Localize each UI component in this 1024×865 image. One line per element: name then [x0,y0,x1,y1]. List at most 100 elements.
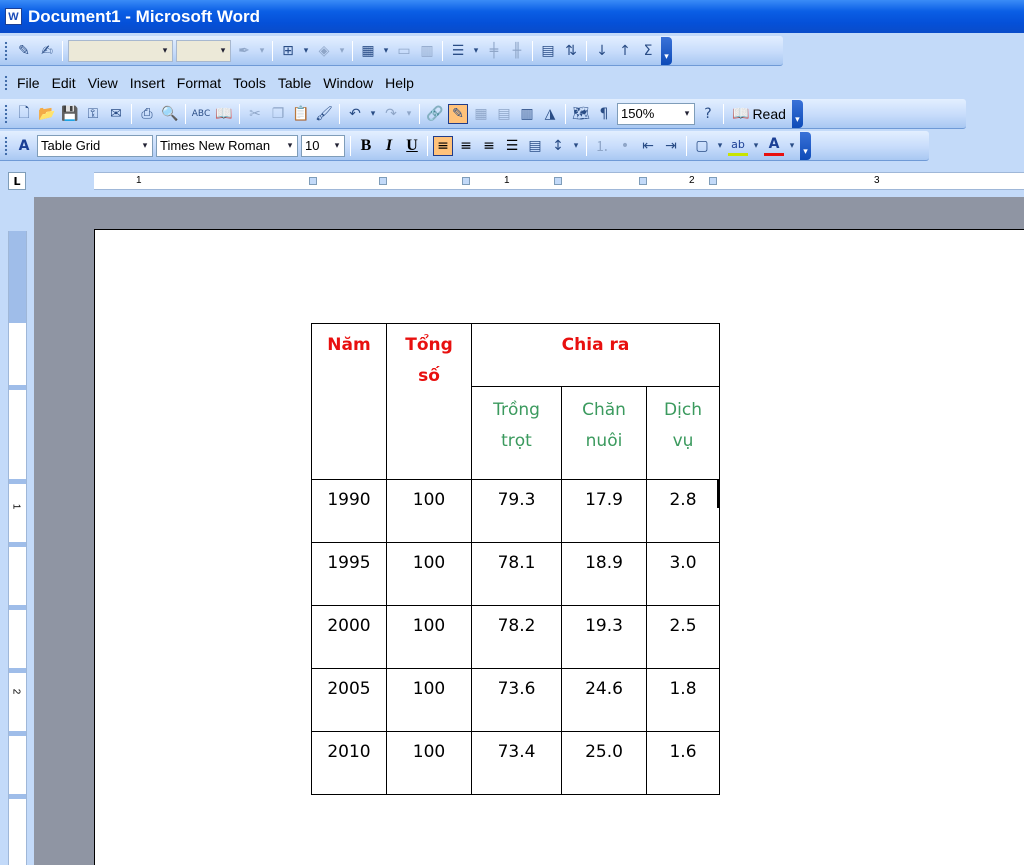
header-total[interactable]: Tổng số [386,323,472,480]
undo-icon[interactable]: ↶ [345,104,365,124]
font-size-dropdown[interactable]: 10 ▾ [301,134,345,157]
table-cell[interactable]: 18.9 [561,542,647,606]
subheader-livestock[interactable]: Chăn nuôi [561,386,647,480]
column-marker[interactable] [462,177,470,185]
table-autoformat-icon[interactable]: ▤ [538,41,558,61]
column-marker[interactable] [709,177,717,185]
distribute-rows-icon[interactable]: ╪ [484,41,504,61]
header-breakdown[interactable]: Chia ra [471,323,720,387]
table-cell[interactable]: 78.2 [471,605,562,669]
help-icon[interactable]: ? [698,104,718,124]
chevron-down-icon[interactable]: ▾ [571,136,581,156]
split-cells-icon[interactable]: ▥ [417,41,437,61]
align-left-icon[interactable]: ≡ [433,135,453,156]
show-hide-pilcrow-icon[interactable]: ¶ [594,104,614,124]
table-cell[interactable]: 19.3 [561,605,647,669]
columns-icon[interactable]: ▥ [517,104,537,124]
table-cell[interactable]: 79.3 [471,479,562,543]
align-icon[interactable]: ☰ [448,41,468,61]
table-cell[interactable]: 100 [386,542,472,606]
column-marker[interactable] [639,177,647,185]
font-dropdown[interactable]: Times New Roman ▾ [156,134,298,157]
merge-cells-icon[interactable]: ▭ [394,41,414,61]
read-button[interactable]: 📖 Read [729,105,789,122]
justify-icon[interactable]: ☰ [502,136,522,156]
table-cell[interactable]: 100 [386,668,472,732]
numbering-icon[interactable]: ⒈ [592,136,612,156]
document-map-icon[interactable]: 🗺 [571,104,591,124]
table-cell[interactable]: 1995 [311,542,387,606]
table-cell[interactable]: 2.8 [646,479,720,543]
word-app-icon[interactable]: W [5,8,22,25]
permission-icon[interactable]: ⚿ [83,104,103,124]
menu-table[interactable]: Table [272,75,317,91]
insert-table-icon[interactable]: ▦ [471,104,491,124]
highlight-icon[interactable]: ab [728,136,748,156]
table-cell[interactable]: 2000 [311,605,387,669]
chevron-down-icon[interactable]: ▾ [404,104,414,124]
drawing-icon[interactable]: ◮ [540,104,560,124]
chevron-down-icon[interactable]: ▾ [301,41,311,61]
line-spacing-icon[interactable]: ↕ [548,136,568,156]
subheader-service[interactable]: Dịch vụ [646,386,720,480]
menu-edit[interactable]: Edit [46,75,82,91]
toolbar-options-icon[interactable]: ▾ [800,131,811,160]
toolbar-options-icon[interactable]: ▾ [661,36,672,65]
line-style-dropdown[interactable]: ▾ [68,39,173,62]
chevron-down-icon[interactable]: ▾ [257,41,267,61]
chevron-down-icon[interactable]: ▾ [787,136,797,156]
distributed-icon[interactable]: ▤ [525,136,545,156]
new-document-icon[interactable]: 🗋 [14,104,34,124]
chevron-down-icon[interactable]: ▾ [330,136,344,156]
align-right-icon[interactable]: ≡ [479,136,499,156]
toolbar-grip[interactable] [4,103,8,124]
header-year[interactable]: Năm [311,323,387,480]
row-marker[interactable] [9,479,26,484]
toolbar-grip[interactable] [4,40,8,61]
spelling-icon[interactable]: ABC [191,104,211,124]
open-folder-icon[interactable]: 📂 [37,104,57,124]
email-icon[interactable]: ✉ [106,104,126,124]
menu-file[interactable]: File [11,75,46,91]
zoom-dropdown[interactable]: 150% ▾ [617,102,695,125]
chevron-down-icon[interactable]: ▾ [283,136,297,156]
data-table[interactable]: Năm Tổng số Chia ra Trồng trọt Chăn nuôi… [311,323,720,795]
table-cell[interactable]: 100 [386,479,472,543]
table-cell[interactable]: 1990 [311,479,387,543]
table-cell[interactable]: 1.6 [646,731,720,795]
menu-grip[interactable] [4,74,8,91]
redo-icon[interactable]: ↷ [381,104,401,124]
edit-document-icon[interactable]: ✎ [14,41,34,61]
borders-icon[interactable]: ⊞ [278,41,298,61]
save-icon[interactable]: 💾 [60,104,80,124]
chevron-down-icon[interactable]: ▾ [138,136,152,156]
autosum-icon[interactable]: Σ [638,41,658,61]
styles-formatting-icon[interactable]: A [14,136,34,156]
table-cell[interactable]: 1.8 [646,668,720,732]
toolbar-grip[interactable] [4,135,8,156]
column-marker[interactable] [309,177,317,185]
tables-borders-icon[interactable]: ✎ [448,103,468,124]
menu-insert[interactable]: Insert [124,75,171,91]
row-marker[interactable] [9,794,26,799]
table-cell[interactable]: 2005 [311,668,387,732]
cut-icon[interactable]: ✂ [245,104,265,124]
table-cell[interactable]: 100 [386,605,472,669]
bold-button[interactable]: B [356,136,376,156]
research-icon[interactable]: 📖 [214,104,234,124]
chevron-down-icon[interactable]: ▾ [680,104,694,124]
row-marker[interactable] [9,731,26,736]
row-marker[interactable] [9,542,26,547]
distribute-columns-icon[interactable]: ╫ [507,41,527,61]
column-marker[interactable] [554,177,562,185]
sort-descending-icon[interactable]: ↑ [615,41,635,61]
table-cell[interactable]: 17.9 [561,479,647,543]
menu-view[interactable]: View [82,75,124,91]
menu-format[interactable]: Format [171,75,227,91]
menu-window[interactable]: Window [317,75,379,91]
table-cell[interactable]: 24.6 [561,668,647,732]
increase-indent-icon[interactable]: ⇥ [661,136,681,156]
sort-ascending-icon[interactable]: ↓ [592,41,612,61]
format-painter-icon[interactable]: 🖌 [314,104,334,124]
decrease-indent-icon[interactable]: ⇤ [638,136,658,156]
